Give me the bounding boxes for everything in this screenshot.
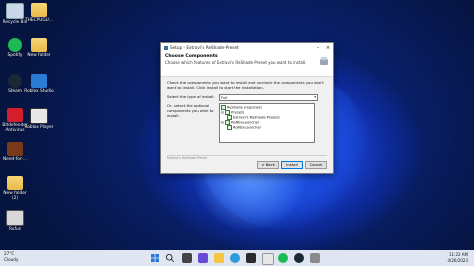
- roblox-taskbar-icon[interactable]: [262, 253, 274, 265]
- install-type-select[interactable]: Full ▾: [219, 94, 318, 101]
- task-view-icon[interactable]: [182, 253, 192, 263]
- spotify-icon: [8, 38, 22, 52]
- component-label: RoRbxLauncher: [231, 120, 260, 125]
- components-tree[interactable]: ReShade (required) ⊟ Presets Extravi's R…: [219, 103, 315, 143]
- weather-description: Cloudy: [4, 257, 19, 262]
- rufus-icon: [6, 210, 24, 226]
- dialog-footer-text: Extravi's ReShade-Preset: [167, 155, 327, 160]
- icon-label: New folder: [27, 53, 51, 58]
- instructions-text: Check the components you want to install…: [167, 80, 324, 90]
- teams-chat-icon[interactable]: [198, 253, 208, 263]
- spotify-taskbar-icon[interactable]: [278, 253, 288, 263]
- system-tray-clock[interactable]: 11:22 AM 4/26/2023: [447, 252, 468, 264]
- steam-icon: [8, 74, 22, 88]
- close-button[interactable]: ×: [323, 45, 333, 51]
- dialog-body: Check the components you want to install…: [161, 77, 333, 146]
- header-subtitle: Choose which features of Extravi's ReSha…: [165, 60, 307, 65]
- minimize-button[interactable]: –: [313, 45, 323, 51]
- checkbox-icon[interactable]: [227, 125, 232, 130]
- icon-label: Rufus: [9, 227, 21, 232]
- setup-taskbar-icon[interactable]: [310, 253, 320, 263]
- chevron-down-icon: ▾: [314, 95, 316, 99]
- icon-label: Need-for-...: [2, 157, 28, 162]
- recycle-bin-icon: [6, 3, 24, 19]
- clock-date: 4/26/2023: [447, 258, 468, 263]
- component-label: Extravi's ReShade-Presets: [233, 115, 280, 120]
- icon-label: Roblox Player: [24, 125, 54, 130]
- icon-label: New folder (2): [3, 191, 27, 201]
- dialog-titlebar: Setup - Extravi's ReShade-Preset – ×: [161, 43, 333, 52]
- edge-icon[interactable]: [230, 253, 240, 263]
- desktop-icon-folder[interactable]: THECPUGU...: [24, 3, 54, 23]
- steam-taskbar-icon[interactable]: [294, 253, 304, 263]
- desktop-icon-roblox-studio[interactable]: Roblox Studio: [24, 74, 54, 94]
- component-item[interactable]: RoRbxLauncher: [221, 125, 313, 130]
- roblox-studio-icon: [31, 74, 47, 88]
- desktop-icon-need-for-speed[interactable]: Need-for-...: [0, 142, 30, 162]
- roblox-player-icon: [30, 108, 48, 124]
- install-type-value: Full: [221, 95, 228, 100]
- desktop-icon-new-folder-2[interactable]: New folder (2): [0, 176, 30, 201]
- setup-dialog: Setup - Extravi's ReShade-Preset – × Cho…: [160, 42, 334, 174]
- header-title: Choose Components: [165, 54, 218, 59]
- desktop-icon-roblox-player[interactable]: Roblox Player: [24, 108, 54, 130]
- folder-icon: [31, 38, 47, 52]
- icon-label: Roblox Studio: [24, 89, 54, 94]
- optional-components-label: Or, select the optional components you w…: [167, 103, 214, 118]
- app-icon: [164, 45, 168, 50]
- folder-icon: [7, 176, 23, 190]
- taskbar: 27°C Cloudy 11:22 AM 4/26/2023: [0, 250, 474, 266]
- dialog-title: Setup - Extravi's ReShade-Preset: [170, 45, 239, 50]
- install-type-label: Select the type of install:: [167, 94, 215, 99]
- search-icon[interactable]: [165, 253, 175, 263]
- game-icon: [7, 142, 23, 156]
- components-row: Or, select the optional components you w…: [167, 103, 327, 143]
- desktop-icon-new-folder[interactable]: New folder: [24, 38, 54, 58]
- folder-icon: [31, 3, 47, 17]
- start-icon[interactable]: [150, 253, 160, 263]
- component-label: RoRbxLauncher: [233, 125, 262, 130]
- bitdefender-icon: [7, 108, 23, 122]
- back-button[interactable]: < Back: [257, 161, 279, 169]
- install-type-row: Select the type of install: Full ▾: [167, 94, 327, 101]
- dialog-buttons: < Back Install Cancel: [257, 161, 327, 169]
- dialog-header: Choose Components Choose which features …: [161, 52, 333, 77]
- store-icon[interactable]: [246, 253, 256, 263]
- file-explorer-icon[interactable]: [214, 253, 224, 263]
- icon-label: THECPUGU...: [25, 18, 53, 23]
- install-button[interactable]: Install: [281, 161, 303, 169]
- weather-widget[interactable]: 27°C Cloudy: [4, 251, 18, 263]
- installer-disk-icon: [320, 57, 328, 65]
- component-label: ReShade (required): [227, 105, 262, 110]
- component-label: Presets: [231, 110, 245, 115]
- desktop-icon-rufus[interactable]: Rufus: [0, 210, 30, 232]
- cancel-button[interactable]: Cancel: [305, 161, 327, 169]
